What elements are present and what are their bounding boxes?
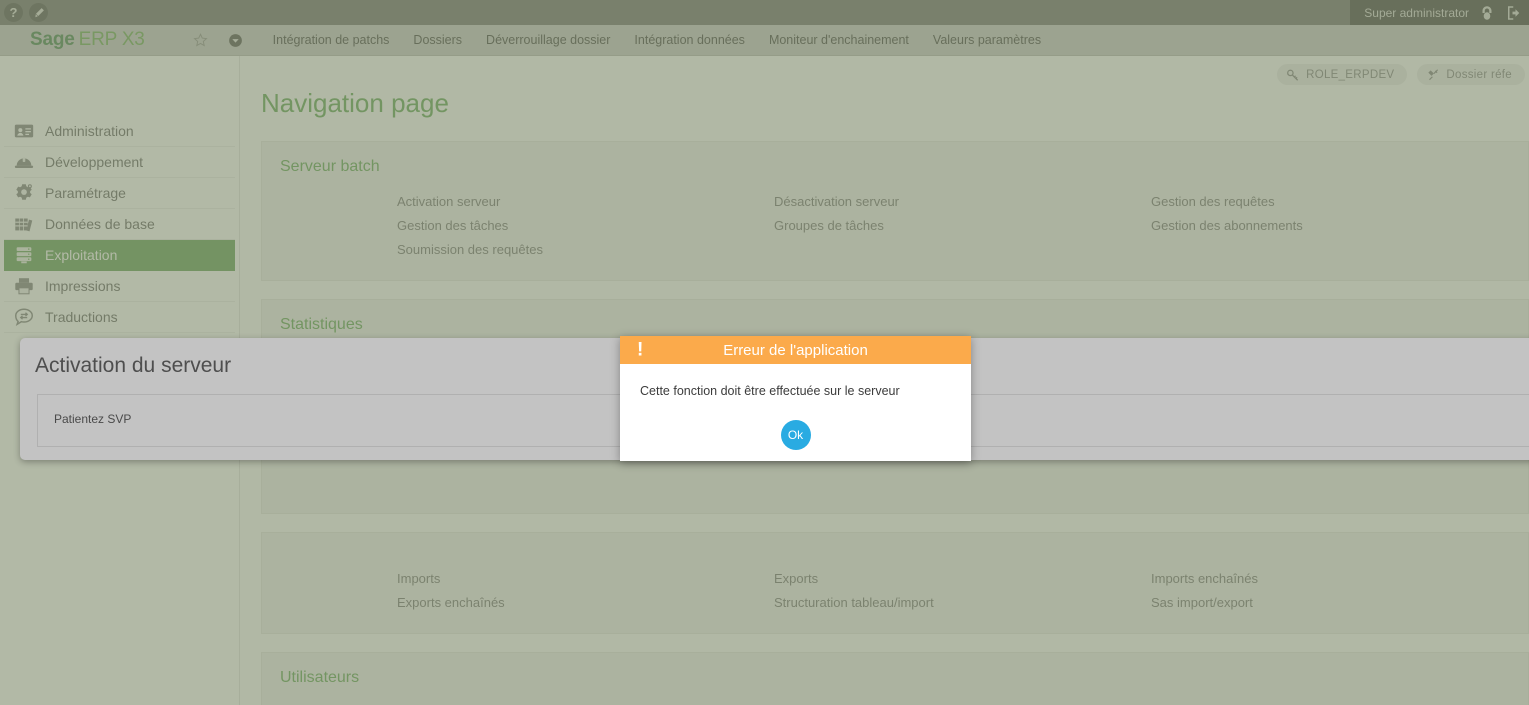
gear-icon <box>16 184 32 200</box>
brand-logo[interactable]: Sage ERP X3 <box>30 29 145 51</box>
card-imports-exports: Imports Exports enchaînés Exports Struct… <box>261 532 1529 634</box>
card-column: Changement mot de passe <box>774 701 1151 705</box>
link-imports-enchaines[interactable]: Imports enchaînés <box>1151 567 1528 591</box>
binders-icon <box>15 218 33 232</box>
sidebar-item-impressions[interactable]: Impressions <box>4 271 235 302</box>
error-dialog: ! Erreur de l'application Cette fonction… <box>620 336 971 461</box>
badge-label: Dossier réfe <box>1446 68 1512 81</box>
sidebar-item-developpement[interactable]: Développement <box>4 147 235 178</box>
key-icon <box>1287 69 1299 81</box>
sidebar-item-parametrage[interactable]: Paramétrage <box>4 178 235 209</box>
error-dialog-title: Erreur de l'application <box>723 341 868 359</box>
ok-button[interactable]: Ok <box>780 420 811 450</box>
sidebar-item-exploitation[interactable]: Exploitation <box>4 240 235 271</box>
link-exports-enchaines[interactable]: Exports enchaînés <box>397 591 774 615</box>
link-sas-import-export[interactable]: Sas import/export <box>1151 591 1528 615</box>
menu-item-valeurs-parametres[interactable]: Valeurs paramètres <box>933 33 1041 47</box>
card-title: Serveur batch <box>280 158 380 175</box>
card-column: Exports Structuration tableau/import <box>774 567 1151 615</box>
utility-bar: ? Super administrator <box>0 0 1529 25</box>
link-personnalisation[interactable]: Personnalisation <box>397 701 774 705</box>
menu-bar: Sage ERP X3 Intégration de patchs Dossier… <box>0 25 1529 56</box>
link-soumission-des-requetes[interactable]: Soumission des requêtes <box>397 238 774 262</box>
id-card-icon <box>14 124 34 138</box>
sidebar-item-label: Exploitation <box>45 247 118 263</box>
question-mark-icon[interactable]: ? <box>4 3 23 22</box>
wait-message: Patientez SVP <box>54 412 132 426</box>
card-title: Statistiques <box>280 316 363 333</box>
sidebar-item-label: Traductions <box>45 309 118 325</box>
badge-label: ROLE_ERPDEV <box>1306 68 1395 81</box>
logout-icon[interactable] <box>1505 4 1523 22</box>
speech-bubble-icon <box>15 308 33 327</box>
link-gestion-des-requetes[interactable]: Gestion des requêtes <box>1151 190 1528 214</box>
card-title: Utilisateurs <box>280 669 360 686</box>
brush-icon[interactable] <box>29 3 48 22</box>
server-icon <box>16 247 32 264</box>
context-badges: ROLE_ERPDEV Dossier réfe <box>1277 64 1525 85</box>
menu-item-moniteur-enchainement[interactable]: Moniteur d'enchainement <box>769 33 909 47</box>
utility-bar-left-icons: ? <box>4 3 48 22</box>
sidebar-item-label: Paramétrage <box>45 185 126 201</box>
card-column: Personnalisation Changement utilisateur <box>262 701 774 705</box>
chevron-down-circle-icon[interactable] <box>227 32 244 49</box>
card-serveur-batch: Serveur batch Activation serveur Gestion… <box>261 141 1529 281</box>
brand-sage: Sage <box>30 29 75 50</box>
card-column: Imports Exports enchaînés <box>262 567 774 615</box>
link-activation-serveur[interactable]: Activation serveur <box>397 190 774 214</box>
link-gestion-des-taches[interactable]: Gestion des tâches <box>397 214 774 238</box>
sidebar-item-administration[interactable]: Administration <box>4 116 235 147</box>
link-structuration-tableau-import[interactable]: Structuration tableau/import <box>774 591 1151 615</box>
link-changement-date[interactable]: Changement date <box>1151 701 1528 705</box>
menu-item-dossiers[interactable]: Dossiers <box>413 33 462 47</box>
menu-item-deverrouillage-dossier[interactable]: Déverrouillage dossier <box>486 33 610 47</box>
link-changement-mot-de-passe[interactable]: Changement mot de passe <box>774 701 1151 705</box>
menu-items: Intégration de patchs Dossiers Déverroui… <box>273 33 1041 47</box>
error-dialog-actions: Ok <box>620 420 971 450</box>
page-title: Navigation page <box>261 88 449 118</box>
link-gestion-des-abonnements[interactable]: Gestion des abonnements <box>1151 214 1528 238</box>
error-dialog-message: Cette fonction doit être effectuée sur l… <box>640 384 900 398</box>
brand-erpx3: ERP X3 <box>78 29 145 50</box>
user-avatar-icon[interactable] <box>1478 4 1496 22</box>
activation-serveur-title: Activation du serveur <box>35 354 232 377</box>
card-column: Imports enchaînés Sas import/export <box>1151 567 1528 615</box>
printer-icon <box>15 278 33 295</box>
badge-folder[interactable]: Dossier réfe <box>1417 64 1525 85</box>
error-dialog-header: ! Erreur de l'application <box>620 336 971 364</box>
plug-icon <box>1428 68 1439 80</box>
user-area: Super administrator <box>1350 0 1529 25</box>
sidebar-item-label: Développement <box>45 154 144 170</box>
sidebar-item-label: Impressions <box>45 278 121 294</box>
user-name-label: Super administrator <box>1364 5 1469 20</box>
link-exports[interactable]: Exports <box>774 567 1151 591</box>
link-imports[interactable]: Imports <box>397 567 774 591</box>
menu-item-integration-patchs[interactable]: Intégration de patchs <box>273 33 390 47</box>
card-column: Activation serveur Gestion des tâches So… <box>262 190 774 262</box>
sidebar-item-donnees-de-base[interactable]: Données de base <box>4 209 235 240</box>
card-column: Gestion des requêtes Gestion des abonnem… <box>1151 190 1528 262</box>
app-root: ? Super administrator Sage ERP X3 Intégr… <box>0 0 1529 705</box>
hard-hat-icon <box>14 157 34 169</box>
badge-role[interactable]: ROLE_ERPDEV <box>1277 64 1408 85</box>
card-utilisateurs: Utilisateurs Personnalisation Changement… <box>261 652 1529 705</box>
star-icon[interactable] <box>192 32 209 49</box>
sidebar-item-label: Données de base <box>45 216 155 232</box>
warning-exclamation-icon: ! <box>637 339 644 361</box>
card-column: Désactivation serveur Groupes de tâches <box>774 190 1151 262</box>
card-column: Changement date <box>1151 701 1528 705</box>
menu-item-integration-donnees[interactable]: Intégration données <box>634 33 745 47</box>
link-groupes-de-taches[interactable]: Groupes de tâches <box>774 214 1151 238</box>
sidebar-item-traductions[interactable]: Traductions <box>4 302 235 333</box>
sidebar-item-label: Administration <box>45 123 134 139</box>
link-desactivation-serveur[interactable]: Désactivation serveur <box>774 190 1151 214</box>
